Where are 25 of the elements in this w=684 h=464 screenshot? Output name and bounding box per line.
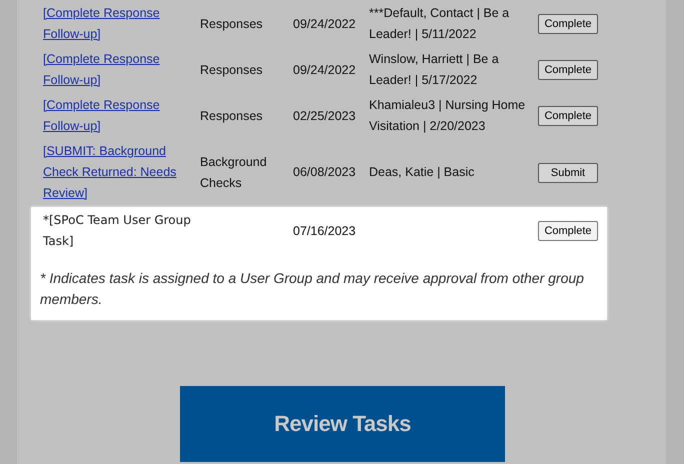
task-link[interactable]: [Complete Response Follow-up] — [43, 95, 200, 137]
group-task-note: * Indicates task is assigned to a User Group and may receive approval from other group members. — [40, 269, 585, 309]
task-category: Responses — [200, 108, 264, 125]
task-date: 09/24/2022 — [293, 16, 357, 32]
task-category: Responses — [200, 16, 264, 33]
task-category: Responses — [200, 62, 264, 79]
action-button[interactable]: Submit — [538, 162, 598, 182]
task-date: 02/25/2023 — [293, 108, 357, 124]
task-link[interactable]: [Complete Response Follow-up] — [43, 3, 200, 45]
task-title: *[SPoC Team User Group Task] — [43, 212, 192, 250]
task-details: Khamialeu3 | Nursing Home Visitation | 2/20/2023 — [369, 97, 526, 135]
task-date: 06/08/2023 — [293, 164, 357, 181]
action-button[interactable]: Complete — [538, 106, 598, 126]
task-date: 07/16/2023 — [293, 222, 357, 240]
action-button[interactable]: Complete — [538, 60, 598, 80]
task-details: ***Default, Contact | Be a Leader! | 5/11/2022 — [369, 5, 510, 43]
action-button[interactable]: Complete — [538, 221, 598, 241]
task-details: Winslow, Harriett | Be a Leader! | 5/17/2022 — [369, 51, 500, 89]
task-date: 09/24/2022 — [293, 62, 357, 78]
task-link[interactable]: [SUBMIT: Background Check Returned: Needs Review] — [43, 141, 200, 204]
review-tasks-button[interactable]: Review Tasks — [180, 386, 505, 462]
task-link[interactable]: [Complete Response Follow-up] — [43, 49, 200, 91]
task-category: Background Checks — [200, 154, 268, 192]
action-button[interactable]: Complete — [538, 14, 598, 34]
task-details: Deas, Katie | Basic — [369, 164, 476, 181]
